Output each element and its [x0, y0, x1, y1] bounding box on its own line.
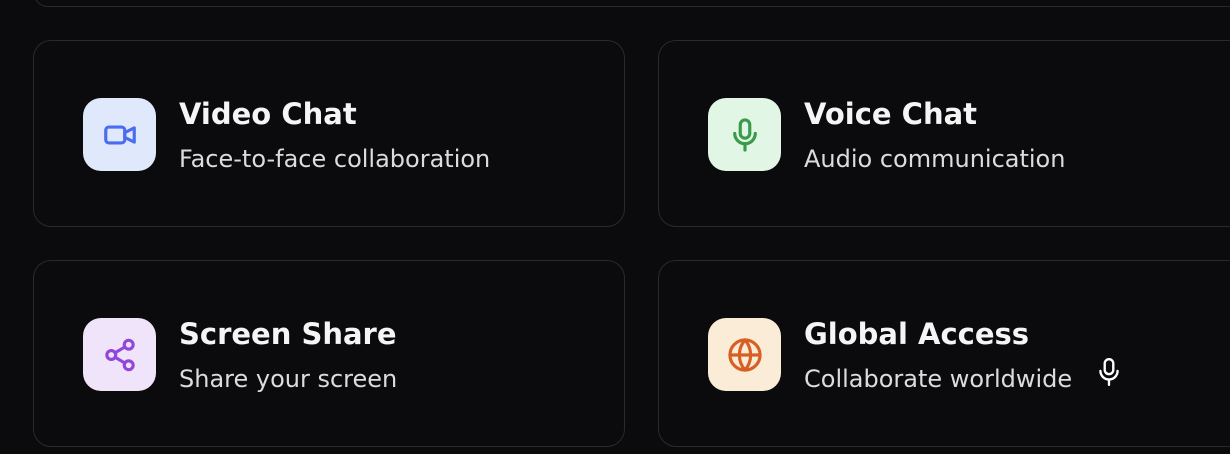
video-camera-icon — [103, 125, 136, 144]
top-card-partial — [34, 0, 1230, 7]
feature-card-screen-share[interactable]: Screen Share Share your screen — [33, 260, 625, 447]
feature-title: Video Chat — [179, 97, 357, 131]
feature-subtitle: Face-to-face collaboration — [179, 145, 491, 173]
feature-subtitle: Audio communication — [804, 145, 1066, 173]
feature-card-video-chat[interactable]: Video Chat Face-to-face collaboration — [33, 40, 625, 227]
microphone-icon — [732, 117, 757, 152]
global-access-icon-box — [708, 318, 781, 391]
feature-card-global-access[interactable]: Global Access Collaborate worldwide — [658, 260, 1230, 447]
microphone-icon[interactable] — [1096, 357, 1122, 387]
feature-title: Screen Share — [179, 317, 397, 351]
feature-subtitle: Share your screen — [179, 365, 398, 393]
screen-share-icon-box — [83, 318, 156, 391]
voice-chat-icon-box — [708, 98, 781, 171]
feature-title: Voice Chat — [804, 97, 978, 131]
globe-icon — [727, 337, 762, 372]
video-chat-icon-box — [83, 98, 156, 171]
feature-title: Global Access — [804, 317, 1030, 351]
feature-card-voice-chat[interactable]: Voice Chat Audio communication — [658, 40, 1230, 227]
share-icon — [104, 338, 135, 371]
feature-subtitle: Collaborate worldwide — [804, 365, 1073, 393]
features-section: Video Chat Face-to-face collaboration Vo… — [0, 0, 1230, 454]
